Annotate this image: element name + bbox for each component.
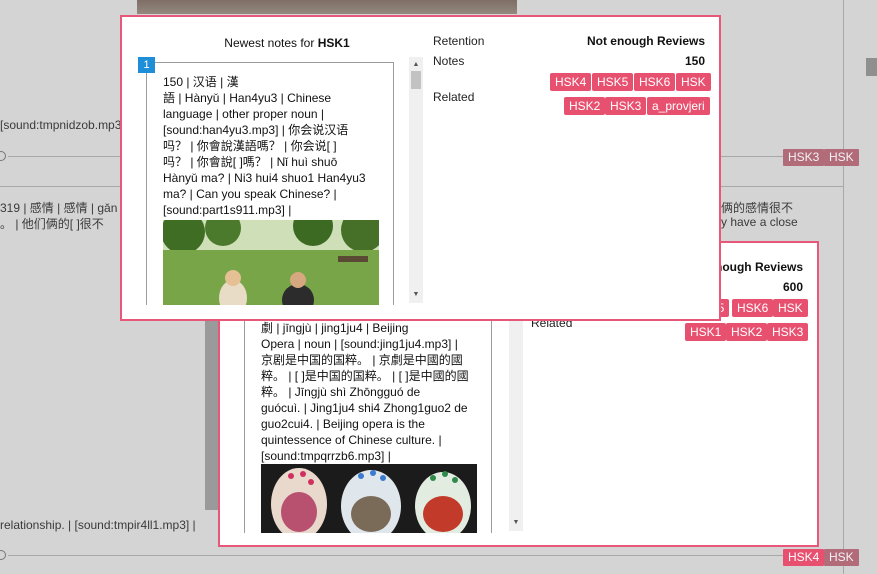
related-tag[interactable]: HSK5 [592,73,634,91]
background-tag[interactable]: HSK [824,549,859,566]
notes-count: 600 [782,280,803,294]
retention-value: nough Reviews [714,260,803,274]
scroll-down-icon[interactable]: ▼ [509,517,523,529]
scroll-up-icon[interactable]: ▲ [409,59,423,71]
related-tag[interactable]: a_provjeri [647,97,710,115]
notes-count: 150 [684,54,705,68]
park-photo-image [161,206,385,305]
page-scrollbar-thumb[interactable] [866,58,877,76]
deck-name: HSK1 [317,36,350,50]
background-note-text: 319 | 感情 | 感情 | gǎn [0,201,118,215]
related-tag[interactable]: HSK1 [685,323,727,341]
deck-stats-popup-hsk1: Newest notes for HSK1 1 150 | 汉语 | 漢 語 |… [120,15,721,321]
note-list-scrollbar[interactable]: ▲ ▼ [409,57,423,303]
retention-value: Not enough Reviews [586,34,705,48]
background-image [137,0,517,14]
background-tag[interactable]: HSK [824,149,859,166]
related-tag[interactable]: HSK3 [767,323,809,341]
scrollbar-thumb[interactable] [411,71,421,89]
background-tag[interactable]: HSK3 [783,149,825,166]
retention-label: Retention [433,34,485,48]
related-tag[interactable]: HSK2 [726,323,768,341]
scroll-down-icon[interactable]: ▼ [409,289,423,301]
background-note-text: y have a close [721,215,798,229]
related-tag[interactable]: HSK2 [564,97,606,115]
related-tag[interactable]: HSK6 [634,73,676,91]
related-tag[interactable]: HSK [773,299,808,317]
related-label: Related [433,90,475,104]
note-index-badge: 1 [138,57,155,73]
related-tag[interactable]: HSK4 [550,73,592,91]
note-content: 150 | 汉语 | 漢 語 | Hànyǔ | Han4yu3 | Chine… [163,75,366,217]
background-expand-icon[interactable] [0,151,6,161]
background-tag[interactable]: HSK4 [783,549,825,566]
background-sound-1: [sound:tmpnidzob.mp3] [0,118,125,132]
background-note-text: 。 | 他们俩的[ ]很不 [0,217,104,231]
related-tag[interactable]: HSK [676,73,711,91]
notes-label: Notes [433,54,465,68]
related-tag[interactable]: HSK6 [732,299,774,317]
popup-title: Newest notes for HSK1 [224,36,350,50]
background-image [205,300,219,510]
opera-masks-image [261,464,477,533]
note-card: 150 | 汉语 | 漢 語 | Hànyǔ | Han4yu3 | Chine… [146,62,394,305]
related-tag[interactable]: HSK3 [605,97,647,115]
background-expand-icon[interactable] [0,550,6,560]
background-note-text: 俩的感情很不 [721,201,794,215]
background-note-text: relationship. | [sound:tmpir4ll1.mp3] | [0,518,196,532]
